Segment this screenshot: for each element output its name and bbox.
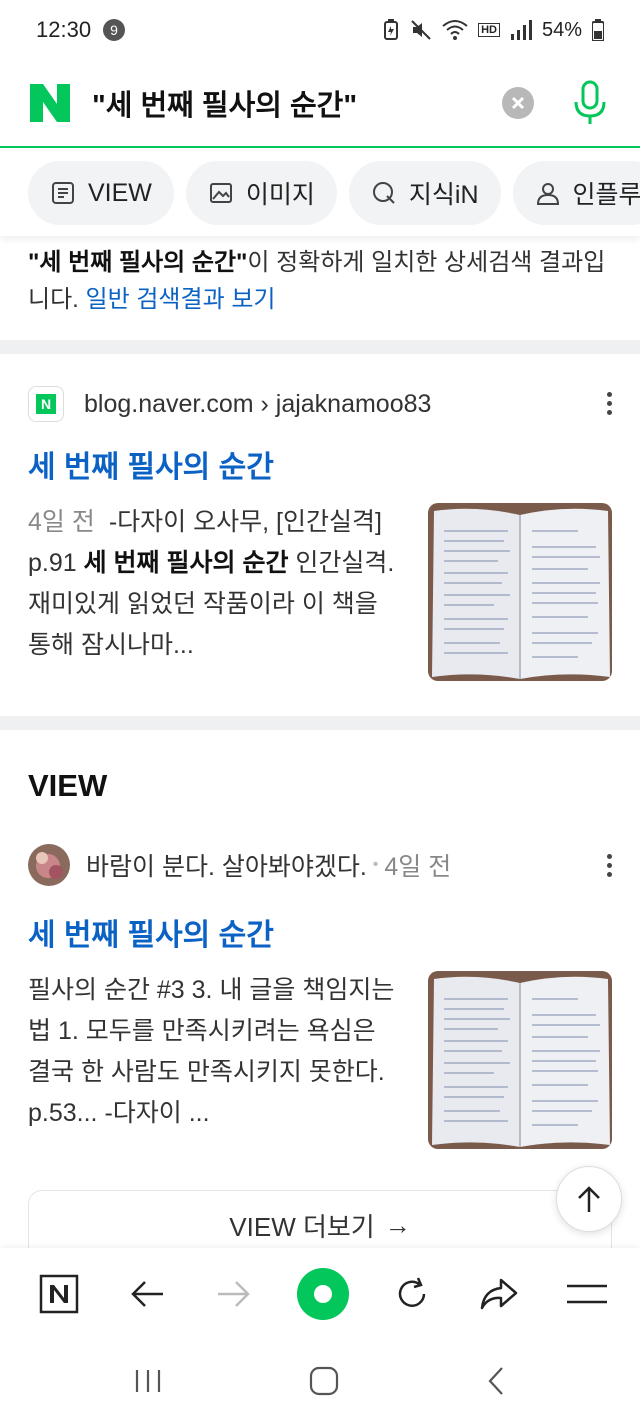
- home-icon[interactable]: [309, 1366, 339, 1396]
- section-divider: [0, 340, 640, 354]
- naver-logo[interactable]: [28, 81, 72, 125]
- author-avatar: [28, 844, 70, 886]
- q-icon: [372, 182, 395, 204]
- image-icon: [209, 183, 232, 203]
- menu-icon: [566, 1284, 607, 1304]
- tab-image-label: 이미지: [245, 181, 315, 209]
- tab-knowledge-in[interactable]: 지식iN: [348, 161, 501, 225]
- snippet-bold: 세 번째 필사의 순간: [83, 549, 289, 577]
- tab-view-label: VIEW: [88, 178, 152, 207]
- voice-search-button[interactable]: [568, 78, 612, 128]
- result-title-link[interactable]: 세 번째 필사의 순간: [28, 442, 274, 486]
- arrow-left-icon: [130, 1281, 163, 1307]
- section-divider: [0, 716, 640, 730]
- search-tabs: VIEW 이미지 지식iN 인플루: [0, 150, 640, 236]
- tab-knowledge-in-label: 지식iN: [408, 181, 479, 209]
- wifi-icon: [442, 20, 468, 40]
- clear-search-button[interactable]: [502, 87, 534, 119]
- view-more-options-button[interactable]: [604, 854, 614, 877]
- separator-dot: •: [372, 856, 379, 873]
- result-source[interactable]: N blog.naver.com › jajaknamoo83: [28, 386, 431, 422]
- system-nav-bar: [0, 1340, 640, 1422]
- view-section-heading: VIEW: [28, 768, 108, 803]
- tab-influencer-label: 인플루: [572, 181, 640, 209]
- post-date: 4일 전: [384, 853, 452, 881]
- mute-icon: [411, 20, 431, 40]
- back-button[interactable]: [122, 1269, 172, 1319]
- green-dot-icon: [313, 1285, 332, 1303]
- tab-image[interactable]: 이미지: [185, 161, 337, 225]
- person-icon: [536, 183, 559, 205]
- refresh-icon: [398, 1277, 425, 1307]
- search-header: "세 번째 필사의 순간": [0, 60, 640, 148]
- battery-saver-icon: [384, 19, 399, 40]
- battery-icon: [592, 19, 604, 41]
- share-icon: [481, 1278, 518, 1310]
- scroll-to-top-button[interactable]: [556, 1166, 622, 1232]
- naver-home-button[interactable]: [34, 1269, 84, 1319]
- share-button[interactable]: [474, 1269, 524, 1319]
- result-source-url: blog.naver.com › jajaknamoo83: [84, 389, 432, 418]
- notification-count-badge: 9: [103, 19, 126, 41]
- naver-n-icon: [30, 84, 70, 122]
- refresh-button[interactable]: [387, 1269, 437, 1319]
- result-date: 4일 전: [28, 508, 95, 536]
- view-title-link[interactable]: 세 번째 필사의 순간: [28, 910, 274, 954]
- browser-toolbar: [0, 1248, 640, 1340]
- tab-view[interactable]: VIEW: [28, 161, 174, 225]
- menu-button[interactable]: [562, 1269, 612, 1319]
- general-results-link[interactable]: 일반 검색결과 보기: [86, 286, 276, 313]
- arrow-up-icon: [578, 1186, 600, 1212]
- result-thumbnail[interactable]: [428, 503, 612, 681]
- document-icon: [52, 182, 74, 204]
- author-name: 바람이 분다. 살아봐야겠다.: [86, 853, 367, 881]
- arrow-right-icon: [218, 1281, 251, 1307]
- battery-percent: 54%: [541, 18, 582, 41]
- close-icon: [511, 96, 525, 110]
- hd-voice-label: HD: [478, 23, 500, 37]
- forward-button[interactable]: [209, 1269, 259, 1319]
- view-snippet: 필사의 순간 #3 3. 내 글을 책임지는 법 1. 모두를 만족시키려는 욕…: [28, 976, 395, 1127]
- signal-icon: [510, 20, 532, 40]
- tab-influencer[interactable]: 인플루: [512, 161, 640, 225]
- result-snippet: 4일 전 -다자이 오사무, [인간실격] p.91 세 번째 필사의 순간 인간…: [28, 502, 398, 666]
- green-dot-button[interactable]: [296, 1268, 349, 1320]
- blog-favicon: N: [28, 386, 64, 422]
- view-more-label: VIEW 더보기: [229, 1211, 375, 1242]
- view-thumbnail[interactable]: [428, 971, 612, 1149]
- search-input[interactable]: "세 번째 필사의 순간": [92, 82, 502, 124]
- back-nav-icon[interactable]: [486, 1366, 506, 1396]
- mic-icon: [574, 80, 606, 124]
- arrow-right-icon: →: [384, 1209, 411, 1240]
- result-more-options-button[interactable]: [604, 392, 614, 415]
- recent-apps-icon[interactable]: [134, 1368, 162, 1394]
- notice-query: "세 번째 필사의 순간": [28, 249, 248, 276]
- view-author-row[interactable]: 바람이 분다. 살아봐야겠다. • 4일 전: [28, 844, 451, 886]
- status-time: 12:30: [36, 17, 92, 42]
- status-bar: 12:30 9 HD 54%: [0, 0, 640, 60]
- status-icons: HD 54%: [382, 19, 604, 42]
- naver-square-icon: [39, 1274, 79, 1314]
- exact-match-notice: "세 번째 필사의 순간"이 정확하게 일치한 상세검색 결과입니다. 일반 검…: [28, 244, 618, 318]
